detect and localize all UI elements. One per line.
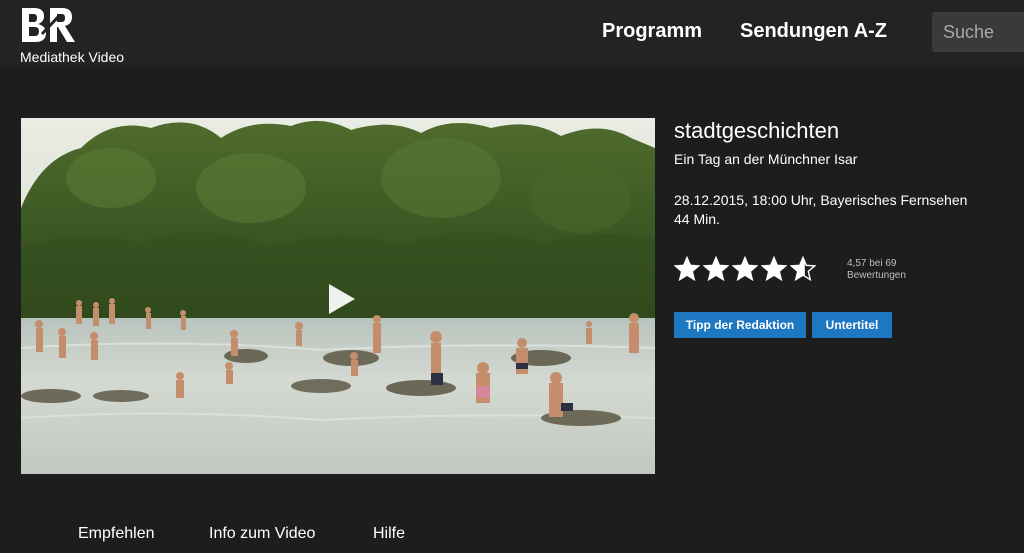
star-icon[interactable] [703,256,729,282]
rating-stars[interactable] [674,256,816,282]
broadcast-info: 28.12.2015, 18:00 Uhr, Bayerisches Ferns… [674,192,968,208]
tab-info-zum-video[interactable]: Info zum Video [209,525,315,543]
tab-empfehlen[interactable]: Empfehlen [78,525,155,543]
video-subtitle: Ein Tag an der Münchner Isar [674,151,858,167]
tipp-der-redaktion-badge[interactable]: Tipp der Redaktion [674,312,806,338]
logo-subtitle: Mediathek Video [20,49,125,65]
star-icon[interactable] [732,256,758,282]
star-icon[interactable] [761,256,787,282]
rating-summary: 4,57 bei 69 Bewertungen [847,258,906,282]
br-logo-mark [22,8,75,42]
star-icon[interactable] [674,256,700,282]
nav-sendungen-a-z[interactable]: Sendungen A-Z [740,20,887,43]
star-icon[interactable] [790,256,816,282]
video-player[interactable] [21,118,655,474]
untertitel-badge[interactable]: Untertitel [812,312,892,338]
nav-programm[interactable]: Programm [602,20,702,43]
br-logo[interactable]: Mediathek Video [20,6,150,65]
header: Mediathek Video Programm Sendungen A-Z [0,0,1024,68]
tab-hilfe[interactable]: Hilfe [373,525,405,543]
video-title: stadtgeschichten [674,118,840,143]
search-input[interactable] [932,12,1024,52]
rating-value: 4,57 bei 69 [847,258,897,269]
rating-count-label: Bewertungen [847,270,906,281]
duration: 44 Min. [674,211,720,227]
play-icon[interactable] [327,282,357,316]
